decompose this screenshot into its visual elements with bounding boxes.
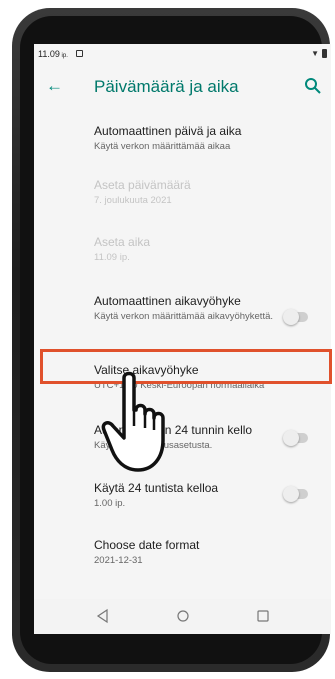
auto-24h-toggle[interactable]: [283, 430, 308, 446]
setting-title: Choose date format: [94, 538, 200, 552]
page-title: Päivämäärä ja aika: [94, 77, 239, 96]
setting-use-24h[interactable]: Käytä 24 tuntista kelloa 1.00 ip.: [94, 481, 274, 510]
setting-title: Aseta aika: [94, 235, 151, 249]
navigation-bar: [34, 599, 331, 634]
battery-icon: [322, 49, 327, 58]
setting-subtitle: 7. joulukuuta 2021: [94, 195, 172, 206]
app-bar: ← Päivämäärä ja aika: [34, 64, 331, 110]
setting-set-time: Aseta aika 11.09 ip.: [94, 235, 319, 264]
setting-subtitle: 2021-12-31: [94, 555, 143, 566]
setting-subtitle: 11.09 ip.: [94, 252, 130, 263]
setting-set-date: Aseta päivämäärä 7. joulukuuta 2021: [94, 178, 319, 207]
setting-subtitle: Käytä verkon määrittämää aikavyöhykettä.: [94, 311, 274, 322]
notification-icon: [76, 50, 83, 57]
hand-pointer-icon: [101, 371, 165, 472]
setting-auto-date-time[interactable]: Automaattinen päivä ja aika Käytä verkon…: [94, 124, 319, 153]
setting-title: Automaattinen aikavyöhyke: [94, 294, 241, 308]
status-time: 11.09 ip.: [38, 49, 68, 59]
setting-subtitle: Käytä verkon määrittämää aikaa: [94, 141, 231, 152]
setting-title: Käytä 24 tuntista kelloa: [94, 481, 219, 495]
search-icon[interactable]: [303, 76, 323, 96]
nav-home-icon[interactable]: [174, 607, 192, 625]
setting-title: Automaattinen päivä ja aika: [94, 124, 242, 138]
auto-timezone-toggle[interactable]: [283, 309, 308, 325]
use-24h-toggle[interactable]: [283, 486, 308, 502]
setting-title: Aseta päivämäärä: [94, 178, 191, 192]
setting-auto-timezone[interactable]: Automaattinen aikavyöhyke Käytä verkon m…: [94, 294, 274, 323]
phone-screen: 11.09 ip. ▼ ← Päivämäärä ja aika Automaa…: [34, 44, 331, 634]
setting-subtitle: 1.00 ip.: [94, 498, 126, 509]
nav-back-icon[interactable]: [94, 607, 112, 625]
wifi-icon: ▼: [311, 49, 319, 58]
highlight-frame: [40, 349, 332, 384]
status-bar: 11.09 ip. ▼: [34, 44, 331, 64]
nav-recents-icon[interactable]: [254, 607, 272, 625]
setting-date-format[interactable]: Choose date format 2021-12-31: [94, 538, 319, 567]
back-arrow-icon[interactable]: ←: [46, 76, 63, 96]
